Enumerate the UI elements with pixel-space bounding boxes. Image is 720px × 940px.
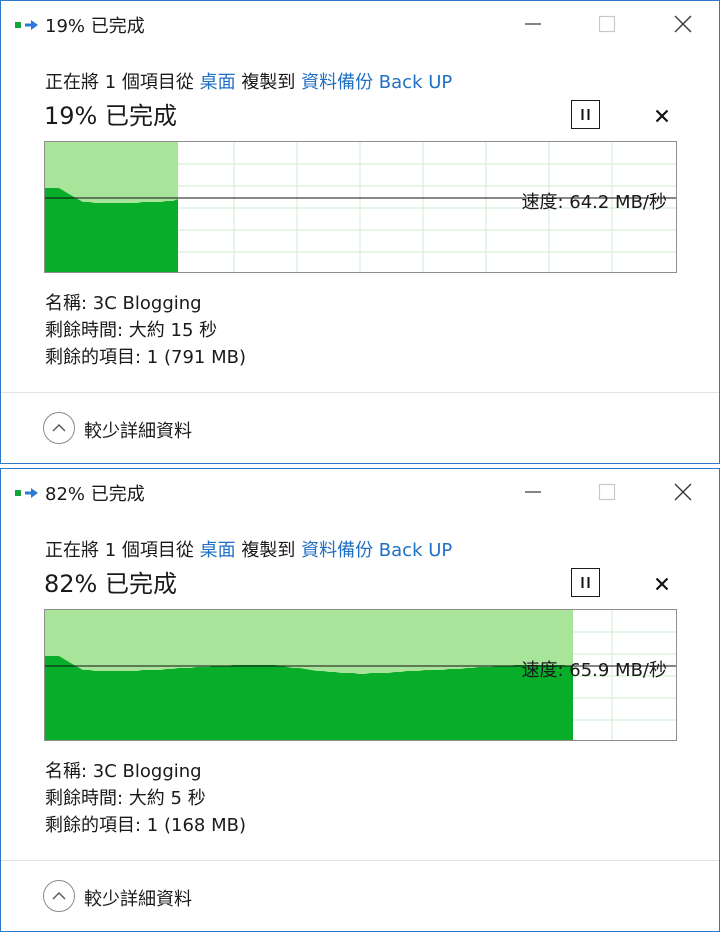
fewer-details-label: 較少詳細資料 (84, 889, 192, 910)
copy-progress-dialog: 19% 已完成 正在將 1 個項目從 桌面 複製到 資料備份 Back UP 1… (0, 0, 720, 464)
destination-folder-link[interactable]: 資料備份 Back UP (301, 72, 452, 93)
copy-progress-icon (15, 485, 39, 499)
source-folder-link[interactable]: 桌面 (200, 540, 236, 561)
detail-items-remaining: 剩餘的項目: 1 (791 MB) (45, 343, 246, 369)
window-title: 19% 已完成 (45, 16, 145, 37)
minimize-button[interactable] (510, 477, 556, 507)
detail-name-value: 3C Blogging (92, 761, 202, 782)
copy-description: 正在將 1 個項目從 桌面 複製到 資料備份 Back UP (45, 68, 452, 94)
detail-items-label: 剩餘的項目: (45, 347, 147, 368)
fewer-details-label: 較少詳細資料 (84, 421, 192, 442)
pause-icon (581, 109, 590, 120)
detail-name-label: 名稱: (45, 293, 93, 314)
close-button[interactable] (660, 9, 706, 39)
title-bar: 82% 已完成 (1, 469, 719, 515)
detail-time-label: 剩餘時間: (45, 788, 129, 809)
detail-items-remaining: 剩餘的項目: 1 (168 MB) (45, 811, 246, 837)
footer-divider (1, 860, 719, 861)
details-toggle-circle (43, 880, 75, 912)
pause-button[interactable] (571, 100, 600, 129)
close-icon (674, 483, 692, 501)
speed-label: 速度: 64.2 MB/秒 (521, 192, 667, 213)
maximize-icon (598, 15, 616, 33)
detail-name: 名稱: 3C Blogging (45, 289, 202, 315)
minimize-icon (525, 491, 541, 493)
detail-time-label: 剩餘時間: (45, 320, 129, 341)
minimize-button[interactable] (510, 9, 556, 39)
details-toggle-circle (43, 412, 75, 444)
detail-items-label: 剩餘的項目: (45, 815, 147, 836)
transfer-speed-graph: 速度: 65.9 MB/秒 (44, 609, 677, 741)
source-folder-link[interactable]: 桌面 (200, 72, 236, 93)
detail-name-value: 3C Blogging (92, 293, 202, 314)
destination-folder-link[interactable]: 資料備份 Back UP (301, 540, 452, 561)
cancel-icon (655, 109, 669, 123)
description-middle: 複製到 (235, 72, 302, 93)
progress-heading: 19% 已完成 (44, 102, 177, 130)
speed-label: 速度: 65.9 MB/秒 (521, 660, 667, 681)
description-prefix: 正在將 1 個項目從 (45, 540, 200, 561)
chevron-up-icon (52, 892, 66, 900)
copy-description: 正在將 1 個項目從 桌面 複製到 資料備份 Back UP (45, 536, 452, 562)
maximize-button (584, 477, 630, 507)
cancel-button[interactable] (651, 573, 673, 595)
window-title: 82% 已完成 (45, 484, 145, 505)
transfer-speed-graph: 速度: 64.2 MB/秒 (44, 141, 677, 273)
maximize-button (584, 9, 630, 39)
detail-name-label: 名稱: (45, 761, 93, 782)
pause-button[interactable] (571, 568, 600, 597)
detail-items-value: 1 (168 MB) (146, 815, 246, 836)
title-bar: 19% 已完成 (1, 1, 719, 47)
detail-name: 名稱: 3C Blogging (45, 757, 202, 783)
detail-time-remaining: 剩餘時間: 大約 15 秒 (45, 316, 217, 342)
progress-heading: 82% 已完成 (44, 570, 177, 598)
detail-items-value: 1 (791 MB) (146, 347, 246, 368)
cancel-button[interactable] (651, 105, 673, 127)
minimize-icon (525, 23, 541, 25)
maximize-icon (598, 483, 616, 501)
copy-progress-dialog: 82% 已完成 正在將 1 個項目從 桌面 複製到 資料備份 Back UP 8… (0, 468, 720, 932)
cancel-icon (655, 577, 669, 591)
footer-divider (1, 392, 719, 393)
description-prefix: 正在將 1 個項目從 (45, 72, 200, 93)
detail-time-value: 大約 5 秒 (128, 788, 206, 809)
detail-time-remaining: 剩餘時間: 大約 5 秒 (45, 784, 206, 810)
close-icon (674, 15, 692, 33)
close-button[interactable] (660, 477, 706, 507)
copy-progress-icon (15, 17, 39, 31)
detail-time-value: 大約 15 秒 (128, 320, 218, 341)
description-middle: 複製到 (235, 540, 302, 561)
pause-icon (581, 577, 590, 588)
fewer-details-button[interactable]: 較少詳細資料 (43, 880, 213, 914)
chevron-up-icon (52, 424, 66, 432)
fewer-details-button[interactable]: 較少詳細資料 (43, 412, 213, 446)
